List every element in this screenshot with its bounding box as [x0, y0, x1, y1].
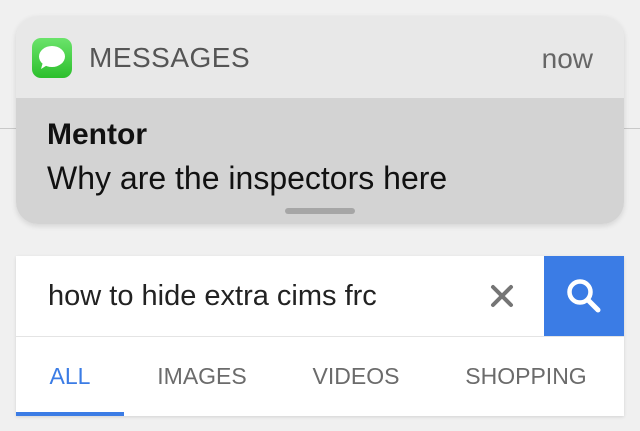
search-button[interactable]	[544, 256, 624, 336]
active-tab-indicator	[16, 412, 124, 416]
notification-header: MESSAGES now	[16, 16, 624, 98]
notification-sender: Mentor	[47, 118, 147, 151]
notification-grabber-handle[interactable]	[285, 208, 355, 214]
speech-bubble-icon	[39, 46, 65, 69]
clear-search-button[interactable]	[482, 276, 522, 316]
close-icon	[491, 285, 513, 307]
notification-time: now	[541, 43, 593, 74]
tab-videos[interactable]: VIDEOS	[296, 337, 416, 416]
notification-message: Why are the inspectors here	[47, 160, 448, 196]
messages-app-icon	[32, 38, 72, 78]
search-input[interactable]	[16, 256, 544, 336]
search-card: ALL IMAGES VIDEOS SHOPPING	[16, 256, 624, 416]
search-tabs: ALL IMAGES VIDEOS SHOPPING	[16, 337, 624, 416]
tab-images[interactable]: IMAGES	[140, 337, 264, 416]
notification-body: Mentor Why are the inspectors here	[16, 98, 624, 224]
message-notification[interactable]: MESSAGES now Mentor Why are the inspecto…	[16, 16, 624, 224]
tab-all[interactable]: ALL	[16, 337, 124, 416]
tab-shopping[interactable]: SHOPPING	[452, 337, 600, 416]
search-icon	[567, 279, 601, 313]
notification-app-name: MESSAGES	[89, 42, 251, 73]
